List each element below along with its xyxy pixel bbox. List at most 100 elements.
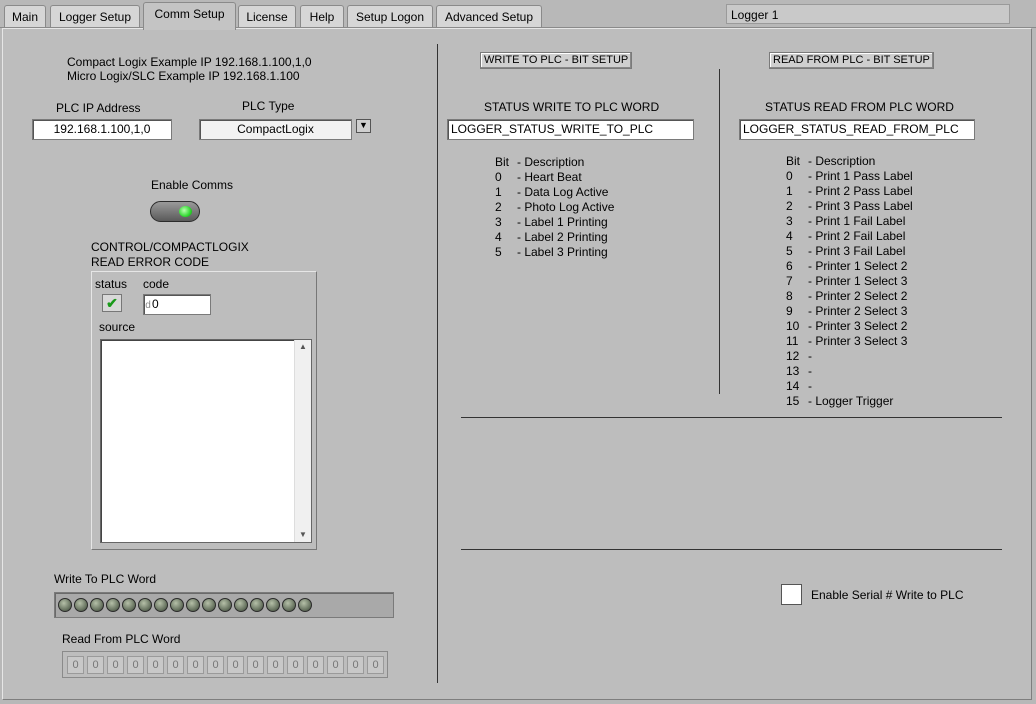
plc-ip-label: PLC IP Address — [56, 101, 141, 115]
read-word-cell: 0 — [267, 656, 284, 674]
plc-type-select[interactable]: CompactLogix — [199, 119, 352, 140]
read-bit-description: - Printer 1 Select 2 — [808, 259, 908, 273]
read-word-cell: 0 — [127, 656, 144, 674]
read-bit-number: 8 — [786, 289, 793, 303]
write-bit-description: - Label 3 Printing — [517, 245, 608, 259]
write-status-label: STATUS WRITE TO PLC WORD — [484, 100, 660, 114]
section-divider-bottom — [461, 549, 1002, 550]
write-bit-led-icon — [282, 598, 296, 612]
write-bit-header-bit: Bit — [495, 155, 510, 169]
read-bit-number: 7 — [786, 274, 793, 288]
enable-comms-led-icon — [179, 206, 192, 217]
write-bit-row: 2 - Photo Log Active — [495, 200, 614, 215]
write-bit-led-icon — [298, 598, 312, 612]
write-bit-description: - Label 1 Printing — [517, 215, 608, 229]
write-bit-led-icon — [186, 598, 200, 612]
read-bit-setup-button[interactable]: READ FROM PLC - BIT SETUP — [769, 52, 934, 69]
read-bit-description: - Print 1 Fail Label — [808, 214, 906, 228]
read-bit-header-desc: - Description — [808, 154, 876, 168]
enable-comms-toggle[interactable] — [150, 201, 200, 222]
read-bit-row: 5 - Print 3 Fail Label — [786, 244, 905, 259]
read-bit-row: 9 - Printer 2 Select 3 — [786, 304, 907, 319]
read-bit-row: 13- — [786, 364, 812, 379]
tab-advanced-setup[interactable]: Advanced Setup — [436, 5, 542, 27]
write-bit-description: - Data Log Active — [517, 185, 609, 199]
tab-comm-setup[interactable]: Comm Setup — [143, 2, 236, 30]
write-bit-number: 3 — [495, 215, 502, 229]
plc-ip-input[interactable]: 192.168.1.100,1,0 — [32, 119, 172, 140]
code-field[interactable]: d0 — [143, 294, 211, 315]
read-bit-number: 11 — [786, 334, 799, 348]
read-bit-row: 7 - Printer 1 Select 3 — [786, 274, 907, 289]
status-label: status — [95, 277, 128, 291]
source-textarea[interactable]: ▲ ▼ — [100, 339, 312, 543]
section-divider-top — [461, 417, 1002, 418]
tab-main[interactable]: Main — [4, 5, 46, 27]
write-bit-setup-button[interactable]: WRITE TO PLC - BIT SETUP — [480, 52, 633, 69]
read-bit-row: 8 - Printer 2 Select 2 — [786, 289, 907, 304]
plc-type-dropdown-arrow[interactable]: ▼ — [356, 119, 371, 133]
read-bit-number: 1 — [786, 184, 793, 198]
write-bit-led-icon — [170, 598, 184, 612]
enable-serial-checkbox[interactable] — [781, 584, 802, 605]
plc-type-label: PLC Type — [242, 99, 295, 113]
scroll-up-icon[interactable]: ▲ — [295, 340, 311, 354]
read-bit-number: 6 — [786, 259, 793, 273]
read-bit-row: 6 - Printer 1 Select 2 — [786, 259, 907, 274]
main-divider — [437, 44, 438, 683]
scroll-down-icon[interactable]: ▼ — [295, 528, 311, 542]
read-bit-number: 0 — [786, 169, 793, 183]
code-radix-indicator: d — [145, 300, 151, 311]
write-bit-led-icon — [58, 598, 72, 612]
status-indicator: ✔ — [102, 294, 122, 312]
write-bit-led-icon — [154, 598, 168, 612]
read-bit-description: - Printer 2 Select 2 — [808, 289, 908, 303]
read-bit-description: - Print 2 Pass Label — [808, 184, 913, 198]
read-bit-number: 9 — [786, 304, 793, 318]
read-status-input[interactable]: LOGGER_STATUS_READ_FROM_PLC — [739, 119, 975, 140]
example-compact-text: Compact Logix Example IP 192.168.1.100,1… — [67, 55, 312, 69]
write-bit-led-icon — [202, 598, 216, 612]
write-bit-row: 3 - Label 1 Printing — [495, 215, 608, 230]
tab-setup-logon[interactable]: Setup Logon — [347, 5, 433, 27]
read-word-cell: 0 — [247, 656, 264, 674]
read-bit-description: - Print 1 Pass Label — [808, 169, 913, 183]
error-title-line1: CONTROL/COMPACTLOGIX — [91, 240, 249, 254]
read-bit-description: - Print 3 Pass Label — [808, 199, 913, 213]
read-bit-row: 2 - Print 3 Pass Label — [786, 199, 913, 214]
write-bit-led-icon — [234, 598, 248, 612]
write-bit-header-desc: - Description — [517, 155, 585, 169]
tab-logger-setup[interactable]: Logger Setup — [50, 5, 140, 27]
enable-serial-label: Enable Serial # Write to PLC — [811, 588, 964, 602]
read-word-cell: 0 — [227, 656, 244, 674]
source-label: source — [99, 320, 136, 334]
write-word-label: Write To PLC Word — [54, 572, 157, 586]
tab-help[interactable]: Help — [300, 5, 344, 27]
write-bit-number: 0 — [495, 170, 502, 184]
read-bit-number: 5 — [786, 244, 793, 258]
write-bit-row: 1 - Data Log Active — [495, 185, 608, 200]
write-bit-led-icon — [250, 598, 264, 612]
write-bit-number: 4 — [495, 230, 502, 244]
read-bit-row: 11 - Printer 3 Select 3 — [786, 334, 907, 349]
tab-license[interactable]: License — [238, 5, 296, 27]
enable-comms-label: Enable Comms — [151, 178, 234, 192]
read-bit-number: 13 — [786, 364, 800, 378]
read-bit-number: 12 — [786, 349, 800, 363]
read-bit-row: 0 - Print 1 Pass Label — [786, 169, 913, 184]
write-bit-description: - Photo Log Active — [517, 200, 615, 214]
read-word-cell: 0 — [187, 656, 204, 674]
code-label: code — [143, 277, 170, 291]
read-word-cell: 0 — [87, 656, 104, 674]
read-bit-header-bit: Bit — [786, 154, 801, 168]
read-bit-description: - — [808, 364, 812, 378]
source-scrollbar[interactable]: ▲ ▼ — [294, 340, 311, 542]
read-word-cell: 0 — [307, 656, 324, 674]
read-bit-description: - Printer 3 Select 3 — [808, 334, 908, 348]
write-bit-led-icon — [106, 598, 120, 612]
read-word-cell: 0 — [67, 656, 84, 674]
write-bit-led-icon — [90, 598, 104, 612]
read-bit-row: 12- — [786, 349, 812, 364]
read-bit-description: - Printer 1 Select 3 — [808, 274, 908, 288]
write-status-input[interactable]: LOGGER_STATUS_WRITE_TO_PLC — [447, 119, 694, 140]
